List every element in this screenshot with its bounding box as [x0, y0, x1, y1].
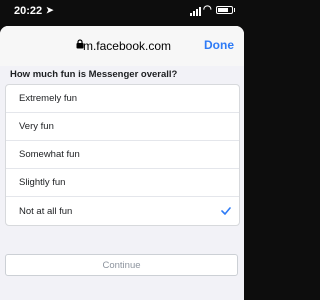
- url-bar[interactable]: m.facebook.com Done: [0, 26, 244, 66]
- status-bar: 20:22 ➤ ◠: [0, 0, 244, 26]
- option-extremely-fun[interactable]: Extremely fun: [6, 85, 239, 113]
- url-text: m.facebook.com: [82, 39, 172, 53]
- status-time: 20:22: [14, 5, 43, 17]
- done-button[interactable]: Done: [204, 38, 234, 52]
- option-label: Somewhat fun: [19, 149, 80, 160]
- cellular-signal-icon: [190, 7, 201, 16]
- option-label: Very fun: [19, 121, 54, 132]
- option-label: Slightly fun: [19, 177, 66, 188]
- continue-button[interactable]: Continue: [5, 254, 238, 276]
- option-not-at-all-fun[interactable]: Not at all fun: [6, 197, 239, 225]
- wifi-icon: ◠: [203, 4, 212, 15]
- checkmark-icon: [221, 207, 231, 215]
- battery-icon: [216, 6, 233, 14]
- survey-content: How much fun is Messenger overall? Extre…: [0, 66, 244, 300]
- option-somewhat-fun[interactable]: Somewhat fun: [6, 141, 239, 169]
- option-slightly-fun[interactable]: Slightly fun: [6, 169, 239, 197]
- option-label: Extremely fun: [19, 93, 78, 104]
- lock-icon: [76, 39, 84, 49]
- browser-sheet: m.facebook.com Done How much fun is Mess…: [0, 26, 244, 300]
- option-very-fun[interactable]: Very fun: [6, 113, 239, 141]
- option-label: Not at all fun: [19, 205, 73, 217]
- location-arrow-icon: ➤: [46, 5, 54, 15]
- battery-tip: [234, 8, 235, 12]
- options-list: Extremely fun Very fun Somewhat fun Slig…: [5, 84, 240, 226]
- survey-question: How much fun is Messenger overall?: [10, 69, 178, 80]
